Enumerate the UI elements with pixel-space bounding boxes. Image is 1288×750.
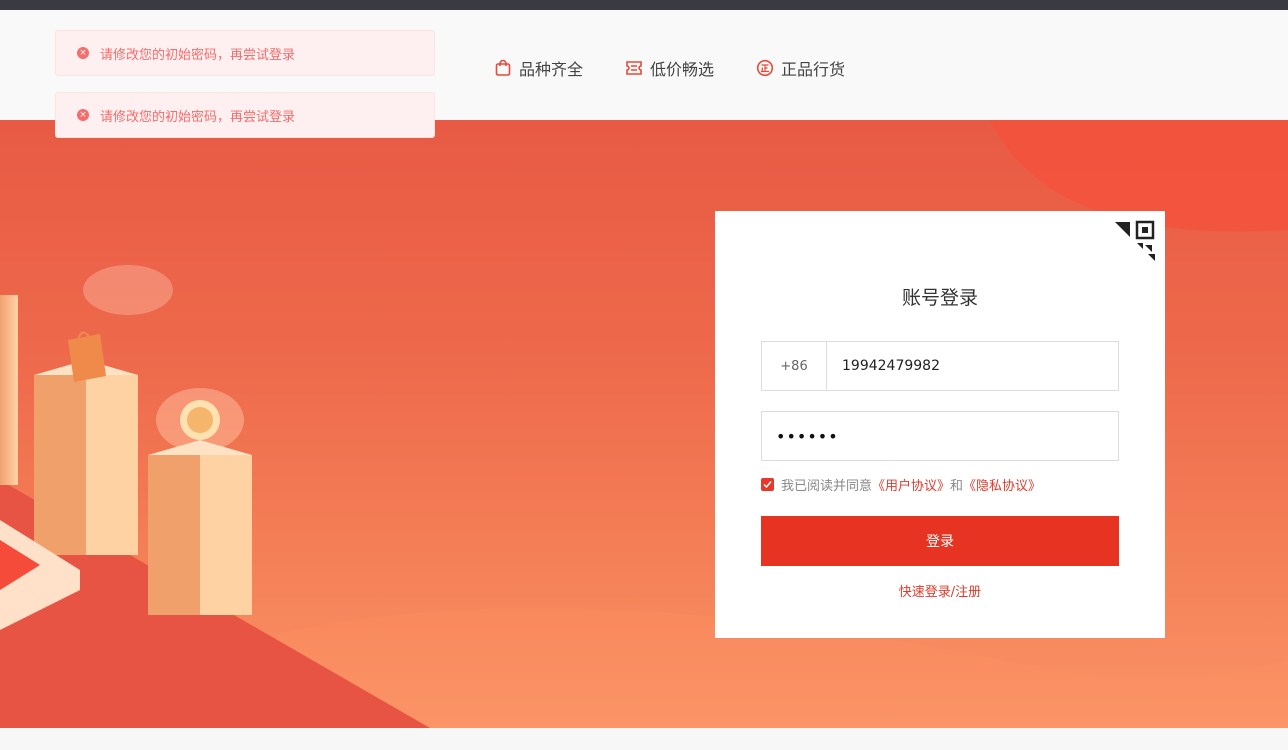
error-icon: × <box>77 47 89 59</box>
footer-strip <box>0 728 1288 750</box>
error-toast-message: 请修改您的初始密码，再尝试登录 <box>100 47 296 63</box>
password-input[interactable] <box>762 412 1118 460</box>
error-toast: × 请修改您的初始密码，再尝试登录 <box>55 92 435 138</box>
privacy-agreement-link[interactable]: 《隐私协议》 <box>963 475 1041 494</box>
country-code[interactable]: +86 <box>762 342 827 390</box>
phone-field-row: +86 <box>761 341 1119 391</box>
ticket-icon <box>626 61 642 75</box>
error-toast: × 请修改您的初始密码，再尝试登录 <box>55 30 435 76</box>
agreement-and: 和 <box>950 479 964 494</box>
error-toast-message: 请修改您的初始密码，再尝试登录 <box>100 109 296 125</box>
feature-list: 品种齐全 低价畅选 正品行货 <box>494 56 887 80</box>
feature-label: 品种齐全 <box>519 60 584 79</box>
agreement-checkbox[interactable] <box>761 478 774 491</box>
shopping-bag-icon <box>495 59 511 76</box>
feature-label: 低价畅选 <box>650 60 715 79</box>
check-icon <box>763 481 772 489</box>
password-field-row <box>761 411 1119 461</box>
feature-item: 低价畅选 <box>625 56 714 80</box>
quick-login-link[interactable]: 快速登录/注册 <box>715 581 1165 600</box>
login-title: 账号登录 <box>901 287 978 309</box>
genuine-badge-icon <box>756 59 774 77</box>
feature-label: 正品行货 <box>781 60 846 79</box>
login-panel: 账号登录 +86 我已阅读并同意 《用户协议》 和 《隐私协议》 登录 快速登录… <box>715 211 1165 638</box>
agreement-row: 我已阅读并同意 《用户协议》 和 《隐私协议》 <box>761 475 1041 494</box>
top-dark-bar <box>0 0 1288 10</box>
feature-item: 品种齐全 <box>494 56 583 80</box>
error-icon: × <box>77 109 89 121</box>
user-agreement-link[interactable]: 《用户协议》 <box>872 475 950 494</box>
phone-input[interactable] <box>827 343 1118 389</box>
qr-code-icon[interactable] <box>1113 219 1157 263</box>
feature-item: 正品行货 <box>756 56 845 80</box>
agreement-text: 我已阅读并同意 <box>781 479 873 494</box>
login-button[interactable]: 登录 <box>761 516 1119 566</box>
